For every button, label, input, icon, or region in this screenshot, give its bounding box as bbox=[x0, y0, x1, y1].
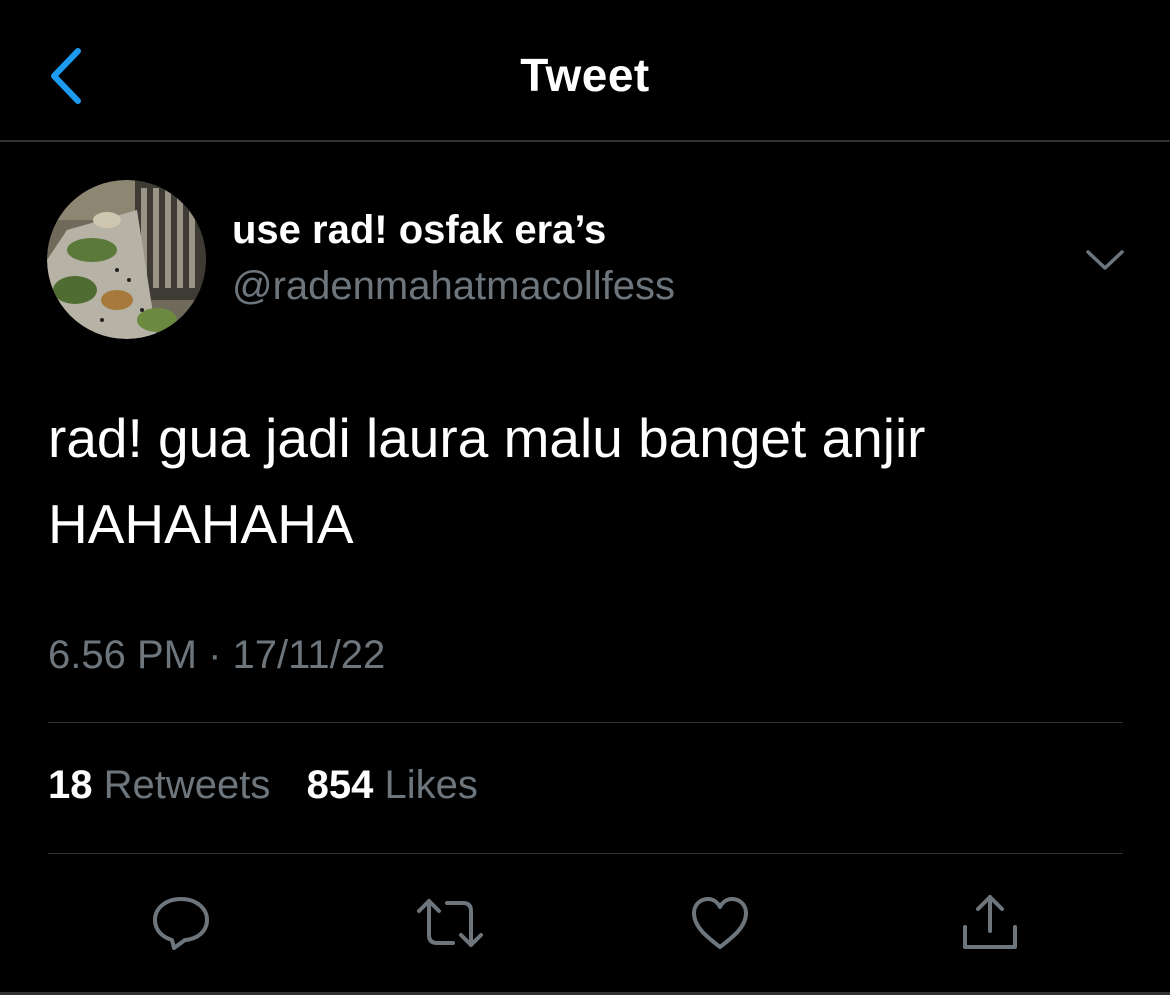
likes-stat[interactable]: 854 Likes bbox=[307, 763, 478, 808]
username-handle[interactable]: @radenmahatmacollfess bbox=[232, 264, 675, 309]
retweets-label: Retweets bbox=[103, 763, 271, 807]
share-icon bbox=[963, 895, 1017, 949]
tweet-text-line: HAHAHAHA bbox=[48, 493, 354, 555]
page-title: Tweet bbox=[520, 49, 650, 101]
likes-count: 854 bbox=[306, 763, 374, 807]
retweet-icon bbox=[417, 899, 483, 947]
like-icon bbox=[692, 897, 748, 949]
tweet-stats: 18 Retweets 854 Likes bbox=[48, 763, 478, 808]
avatar[interactable] bbox=[47, 180, 206, 339]
top-bar: Tweet bbox=[0, 0, 1170, 142]
retweets-stat[interactable]: 18 Retweets bbox=[48, 763, 270, 808]
divider bbox=[48, 722, 1123, 723]
reply-button[interactable] bbox=[146, 888, 216, 958]
more-options-button[interactable] bbox=[1078, 236, 1132, 284]
chevron-down-icon bbox=[1086, 250, 1124, 270]
like-button[interactable] bbox=[685, 888, 755, 958]
tweet-text-line: rad! gua jadi laura malu banget anjir bbox=[48, 407, 926, 469]
retweet-button[interactable] bbox=[415, 888, 485, 958]
tweet-timestamp[interactable]: 6.56 PM · 17/11/22 bbox=[48, 633, 385, 678]
avatar-photo bbox=[47, 180, 206, 339]
likes-label: Likes bbox=[384, 763, 478, 807]
display-name[interactable]: use rad! osfak era’s bbox=[232, 208, 606, 253]
retweets-count: 18 bbox=[48, 763, 93, 807]
reply-icon bbox=[153, 897, 209, 950]
share-button[interactable] bbox=[955, 888, 1025, 958]
tweet-text: rad! gua jadi laura malu banget anjir HA… bbox=[48, 395, 1108, 567]
divider bbox=[48, 853, 1123, 854]
